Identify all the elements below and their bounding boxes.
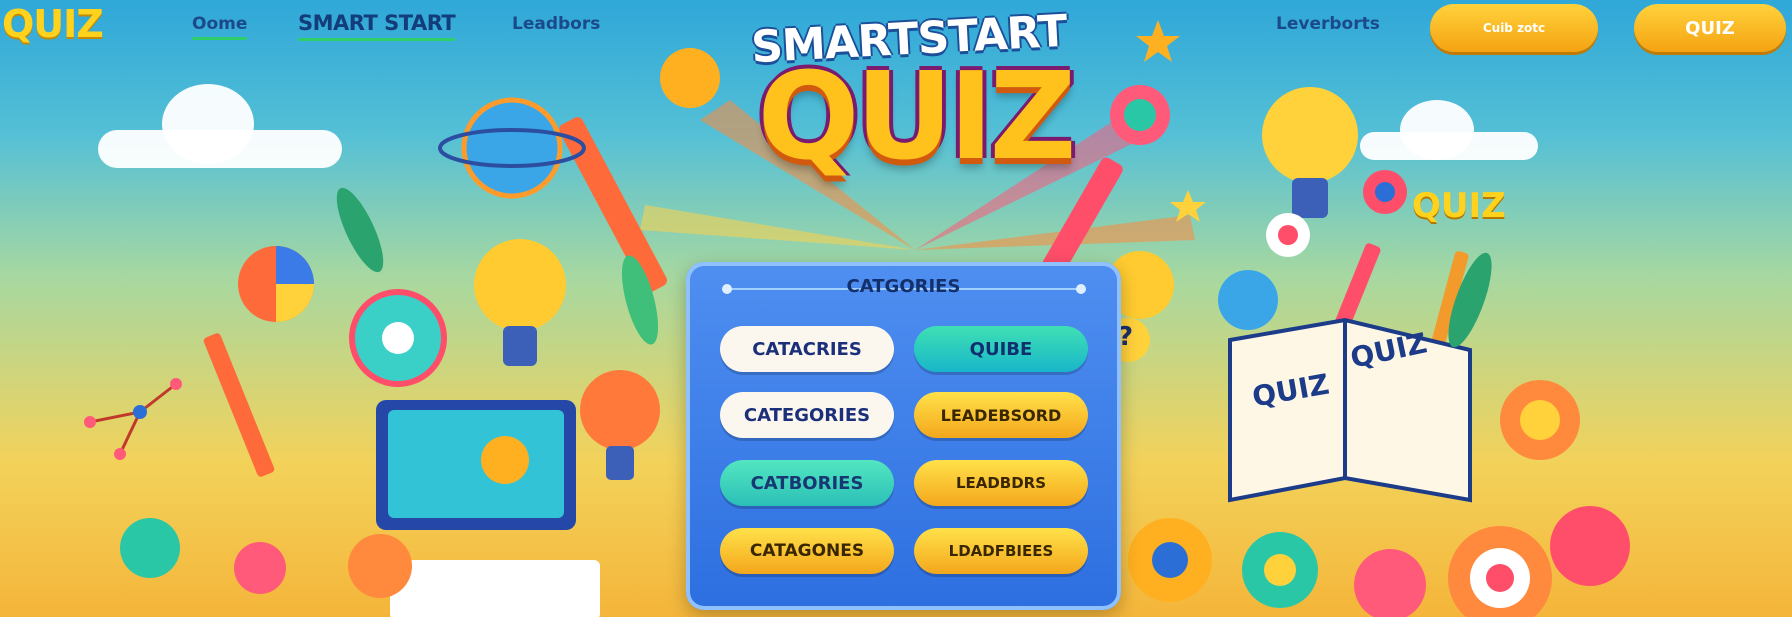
cloud-left-puff (162, 84, 254, 164)
panel-title: CATGORIES (846, 276, 961, 297)
leaderboard-button-2[interactable]: LEADBDRS (914, 460, 1088, 506)
nav-button-quiz-zone[interactable]: Cuib zotc (1430, 4, 1598, 52)
nav-active-underline (192, 37, 248, 40)
nav-button-quiz[interactable]: QUIZ (1634, 4, 1786, 52)
hero-stage: QUIZ Oome SMART START Leadbors Leverbort… (0, 0, 1792, 617)
category-button-3[interactable]: CATEGORIES (720, 392, 894, 438)
nav-link-home[interactable]: Oome (192, 14, 248, 40)
nav-link-home-label: Oome (192, 14, 248, 34)
side-quiz-label: QUIZ (1412, 186, 1506, 226)
category-button-1[interactable]: CATACRIES (720, 326, 894, 372)
nav-active-underline-2 (298, 38, 456, 41)
nav-link-leaderboards-right[interactable]: Leverborts (1276, 14, 1380, 34)
nav-link-smart-start[interactable]: SMART START (298, 11, 456, 41)
category-button-4[interactable]: CATBORIES (720, 460, 894, 506)
nav-link-smart-start-label: SMART START (298, 11, 456, 35)
hero-title-big: QUIZ (757, 48, 1076, 187)
nav-link-leaderboard[interactable]: Leadbors (512, 14, 600, 34)
leaderboard-button-3[interactable]: LDADFBIEES (914, 528, 1088, 574)
category-button-2[interactable]: QUIBE (914, 326, 1088, 372)
cloud-right-puff (1400, 100, 1474, 160)
nav-logo[interactable]: QUIZ (2, 2, 104, 46)
category-button-5[interactable]: CATAGONES (720, 528, 894, 574)
leaderboard-button-1[interactable]: LEADEBSORD (914, 392, 1088, 438)
